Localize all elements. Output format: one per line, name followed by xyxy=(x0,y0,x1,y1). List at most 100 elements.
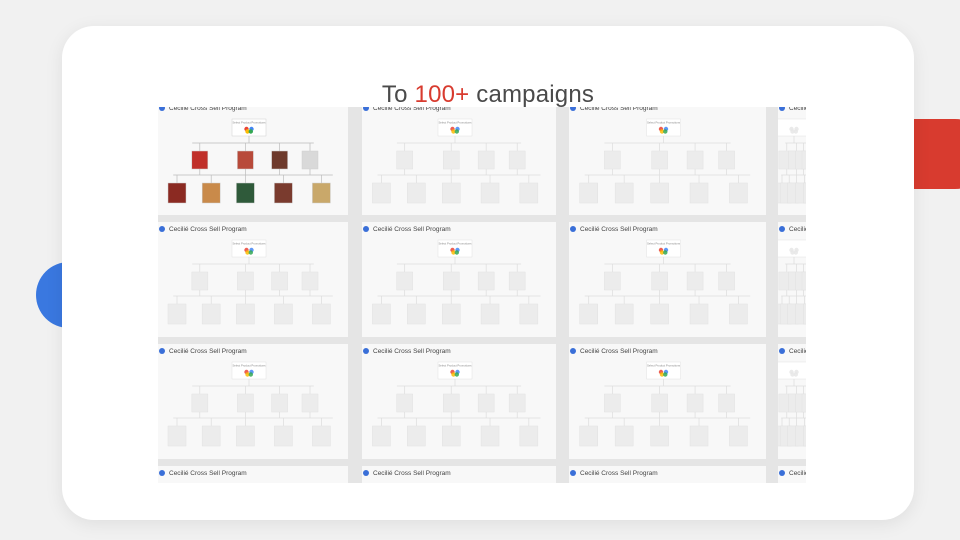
campaign-tile[interactable]: Select Product Promotions Cecilié Cross S… xyxy=(158,107,348,215)
campaign-tile[interactable]: Select Product Promotions Cecilié Cross S… xyxy=(569,107,766,215)
campaign-tile[interactable]: Select Product Promotions Cecilié Cross S… xyxy=(158,222,348,337)
campaign-flow-diagram xyxy=(778,118,806,204)
campaign-node xyxy=(236,425,255,447)
campaign-node xyxy=(407,303,426,325)
campaign-node xyxy=(201,425,221,447)
campaign-node xyxy=(372,303,391,325)
tile-header: Cecilié Cross Sell Program xyxy=(778,107,806,115)
campaign-tile[interactable]: Cecilié Cross Sell Program xyxy=(778,107,806,215)
campaign-tile[interactable]: Cecilié Cross Sell Program xyxy=(778,344,806,459)
campaign-node xyxy=(480,303,500,325)
program-title: Cecilié Cross Sell Program xyxy=(580,107,658,112)
campaign-node xyxy=(686,271,704,291)
tile-header: Cecilié Cross Sell Program xyxy=(778,466,806,480)
campaign-node xyxy=(651,393,668,413)
campaign-node xyxy=(650,303,669,325)
campaign-node xyxy=(480,425,500,447)
campaign-tile[interactable]: Select Product Promotions Cecilié Cross S… xyxy=(362,222,556,337)
program-title: Cecilié Cross Sell Program xyxy=(580,347,658,355)
campaign-node xyxy=(729,425,748,447)
program-status-icon xyxy=(363,470,369,476)
tile-header: Cecilié Cross Sell Program xyxy=(362,344,451,358)
campaign-node xyxy=(237,271,254,291)
tile-header: Cecilié Cross Sell Program xyxy=(569,344,658,358)
tile-header: Cecilié Cross Sell Program xyxy=(362,222,451,236)
campaign-node xyxy=(191,271,209,291)
tile-header: Cecilié Cross Sell Program xyxy=(362,107,451,115)
campaign-tile[interactable]: Select Product Promotions Cecilié Cross S… xyxy=(569,344,766,459)
campaign-node xyxy=(442,393,460,413)
tile-header: Cecilié Cross Sell Program xyxy=(158,466,247,480)
program-title: Cecilié Cross Sell Program xyxy=(169,347,247,355)
campaign-node xyxy=(579,182,598,204)
campaign-node xyxy=(201,182,221,204)
tile-header: Cecilié Cross Sell Program xyxy=(569,466,658,480)
campaign-node xyxy=(236,303,255,325)
campaign-tile[interactable]: Select Product Promotions Cecilié Cross S… xyxy=(158,344,348,459)
program-title: Cecilié Cross Sell Program xyxy=(789,469,806,477)
campaign-node xyxy=(237,150,254,170)
program-status-icon xyxy=(570,226,576,232)
campaign-flow-diagram: Select Product Promotions xyxy=(579,239,751,325)
campaign-node xyxy=(442,271,460,291)
program-status-icon xyxy=(570,470,576,476)
root-node-label: Select Product Promotions xyxy=(647,121,681,125)
campaign-tile[interactable]: Cecilié Cross Sell Program xyxy=(158,466,348,483)
program-title: Cecilié Cross Sell Program xyxy=(789,225,806,233)
program-status-icon xyxy=(570,107,576,111)
campaign-node xyxy=(477,393,495,413)
campaign-node xyxy=(718,271,735,291)
program-status-icon xyxy=(779,470,785,476)
root-node-label: Select Product Promotions xyxy=(438,242,472,246)
campaign-grid: Select Product Promotions Cecilié Cross S… xyxy=(158,107,806,483)
campaign-node xyxy=(237,393,254,413)
program-title: Cecilié Cross Sell Program xyxy=(169,469,247,477)
campaign-node xyxy=(167,425,187,447)
campaign-node xyxy=(396,271,413,291)
campaign-node xyxy=(274,182,293,204)
campaign-tile[interactable]: Cecilié Cross Sell Program xyxy=(569,466,766,483)
root-node-label: Select Product Promotions xyxy=(647,364,681,368)
campaign-node xyxy=(477,150,495,170)
campaign-node xyxy=(480,182,500,204)
campaign-node xyxy=(271,271,288,291)
campaign-tile[interactable]: Cecilié Cross Sell Program xyxy=(362,466,556,483)
campaign-tile[interactable]: Select Product Promotions Cecilié Cross S… xyxy=(569,222,766,337)
campaign-node xyxy=(301,271,319,291)
campaign-flow-diagram: Select Product Promotions xyxy=(579,118,751,204)
campaign-flow-diagram: Select Product Promotions xyxy=(372,239,541,325)
campaign-node xyxy=(614,303,634,325)
campaign-node xyxy=(801,393,806,413)
campaign-node xyxy=(312,182,331,204)
program-title: Cecilié Cross Sell Program xyxy=(373,469,451,477)
campaign-node xyxy=(579,425,598,447)
campaign-tile[interactable]: Select Product Promotions Cecilié Cross S… xyxy=(362,344,556,459)
program-status-icon xyxy=(159,348,165,354)
campaign-node xyxy=(167,182,187,204)
tile-header: Cecilié Cross Sell Program xyxy=(778,222,806,236)
program-title: Cecilié Cross Sell Program xyxy=(789,107,806,112)
program-status-icon xyxy=(159,107,165,111)
program-title: Cecilié Cross Sell Program xyxy=(789,347,806,355)
tile-header: Cecilié Cross Sell Program xyxy=(569,222,658,236)
campaign-node xyxy=(650,182,669,204)
campaign-node xyxy=(519,303,539,325)
campaign-node xyxy=(604,271,621,291)
campaign-node xyxy=(441,425,461,447)
campaign-node xyxy=(191,150,209,170)
campaign-node xyxy=(477,271,495,291)
tile-header: Cecilié Cross Sell Program xyxy=(569,107,658,115)
program-title: Cecilié Cross Sell Program xyxy=(373,225,451,233)
campaign-tile[interactable]: Select Product Promotions Cecilié Cross S… xyxy=(362,107,556,215)
campaign-node xyxy=(167,303,187,325)
campaign-tile[interactable]: Cecilié Cross Sell Program xyxy=(778,466,806,483)
campaign-node xyxy=(686,393,704,413)
tile-header: Cecilié Cross Sell Program xyxy=(778,344,806,358)
root-node-label: Select Product Promotions xyxy=(438,364,472,368)
campaign-node xyxy=(729,182,748,204)
campaign-node xyxy=(718,393,735,413)
program-title: Cecilié Cross Sell Program xyxy=(373,107,451,112)
root-node-label: Select Product Promotions xyxy=(232,242,266,246)
campaign-tile[interactable]: Cecilié Cross Sell Program xyxy=(778,222,806,337)
campaign-node xyxy=(442,150,460,170)
